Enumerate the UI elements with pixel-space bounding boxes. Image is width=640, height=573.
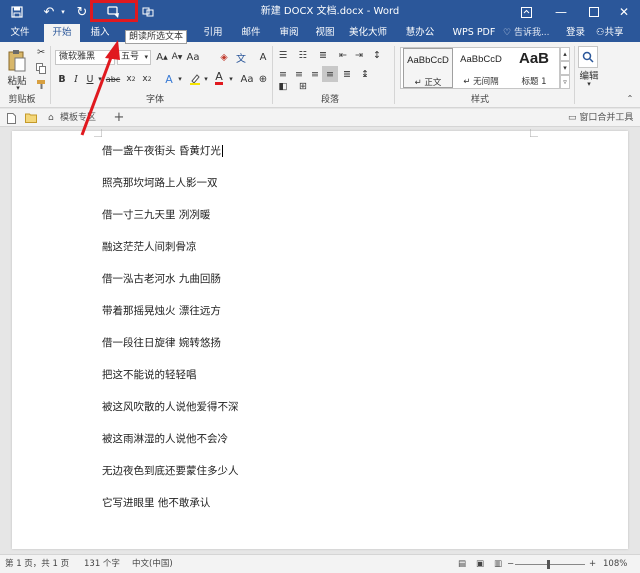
print-layout-icon[interactable]: ▣: [476, 555, 484, 573]
word-count[interactable]: 131 个字: [84, 555, 120, 573]
status-bar: 第 1 页，共 1 页 131 个字 中文(中国) ▤ ▣ ▥ − + 108%: [0, 554, 640, 573]
zoom-slider-thumb[interactable]: [547, 560, 550, 569]
tooltip: 朗读所选文本: [125, 30, 188, 44]
zoom-level[interactable]: 108%: [603, 555, 627, 573]
zoom-slider[interactable]: [515, 564, 585, 565]
zoom-in-icon[interactable]: +: [589, 555, 596, 573]
zoom-out-icon[interactable]: −: [507, 555, 514, 573]
annotation-arrow: [80, 40, 120, 136]
web-layout-icon[interactable]: ▥: [494, 555, 502, 573]
language-status[interactable]: 中文(中国): [132, 555, 173, 573]
page-count[interactable]: 第 1 页，共 1 页: [5, 555, 69, 573]
read-mode-icon[interactable]: ▤: [458, 555, 466, 573]
